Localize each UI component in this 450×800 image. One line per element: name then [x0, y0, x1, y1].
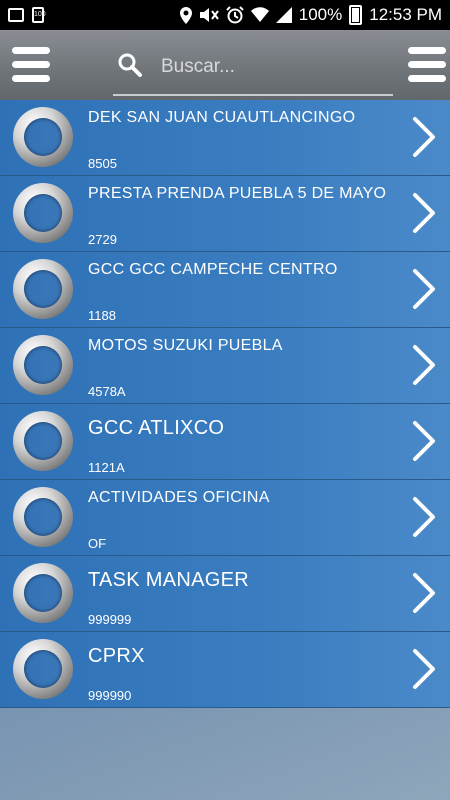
- list-item[interactable]: CPRX 999990: [0, 632, 450, 708]
- ring-icon: [13, 563, 73, 623]
- app-header: [0, 30, 450, 100]
- wifi-icon: [250, 7, 269, 23]
- battery-percent: 100%: [298, 5, 343, 24]
- item-title: CPRX: [88, 645, 145, 667]
- alarm-icon: [226, 6, 244, 24]
- item-title: GCC ATLIXCO: [88, 417, 225, 439]
- chevron-right-icon: [413, 497, 435, 537]
- item-title: TASK MANAGER: [88, 569, 250, 591]
- ring-icon: [13, 335, 73, 395]
- item-code: 2729: [88, 232, 117, 247]
- chevron-right-icon: [413, 649, 435, 689]
- list-item[interactable]: ACTIVIDADES OFICINA OF: [0, 480, 450, 556]
- list-item[interactable]: TASK MANAGER 999999: [0, 556, 450, 632]
- item-code: 8505: [88, 156, 117, 171]
- status-left: 100: [0, 7, 46, 23]
- list-item[interactable]: GCC ATLIXCO 1121A: [0, 404, 450, 480]
- item-code: 1188: [88, 308, 116, 323]
- chevron-right-icon: [413, 421, 435, 461]
- left-menu-button[interactable]: [12, 47, 50, 83]
- status-right: 100% 12:53 PM: [179, 5, 450, 25]
- list-item[interactable]: GCC GCC CAMPECHE CENTRO 1188: [0, 252, 450, 328]
- right-menu-button[interactable]: [408, 47, 446, 83]
- search-icon[interactable]: [117, 52, 143, 83]
- location-icon: [179, 6, 192, 24]
- item-title: GCC GCC CAMPECHE CENTRO: [88, 261, 338, 278]
- ring-icon: [13, 259, 73, 319]
- battery-icon: [349, 5, 363, 25]
- item-title: ACTIVIDADES OFICINA: [88, 489, 270, 506]
- search-bar: [113, 48, 393, 96]
- item-code: 4578A: [88, 384, 126, 399]
- ring-icon: [13, 639, 73, 699]
- battery-saver-icon: 100: [32, 7, 46, 23]
- image-icon: [8, 8, 24, 22]
- search-input[interactable]: [159, 51, 393, 83]
- chevron-right-icon: [413, 345, 435, 385]
- clock: 12:53 PM: [369, 5, 442, 24]
- item-title: DEK SAN JUAN CUAUTLANCINGO: [88, 109, 356, 126]
- chevron-right-icon: [413, 269, 435, 309]
- list-item[interactable]: DEK SAN JUAN CUAUTLANCINGO 8505: [0, 100, 450, 176]
- chevron-right-icon: [413, 193, 435, 233]
- item-code: 1121A: [88, 460, 125, 475]
- ring-icon: [13, 183, 73, 243]
- location-list: DEK SAN JUAN CUAUTLANCINGO 8505 PRESTA P…: [0, 100, 450, 708]
- chevron-right-icon: [413, 573, 435, 613]
- battery-saver-label: 100: [32, 7, 46, 23]
- item-code: 999999: [88, 612, 132, 627]
- signal-icon: [275, 7, 292, 23]
- item-code: OF: [88, 536, 107, 551]
- item-title: MOTOS SUZUKI PUEBLA: [88, 337, 283, 354]
- item-title: PRESTA PRENDA PUEBLA 5 DE MAYO: [88, 185, 387, 202]
- item-code: 999990: [88, 688, 132, 703]
- list-item[interactable]: PRESTA PRENDA PUEBLA 5 DE MAYO 2729: [0, 176, 450, 252]
- chevron-right-icon: [413, 117, 435, 157]
- ring-icon: [13, 487, 73, 547]
- list-item[interactable]: MOTOS SUZUKI PUEBLA 4578A: [0, 328, 450, 404]
- mute-icon: [199, 7, 219, 23]
- ring-icon: [13, 411, 73, 471]
- ring-icon: [13, 107, 73, 167]
- status-bar: 100 100% 12:53 PM: [0, 0, 450, 30]
